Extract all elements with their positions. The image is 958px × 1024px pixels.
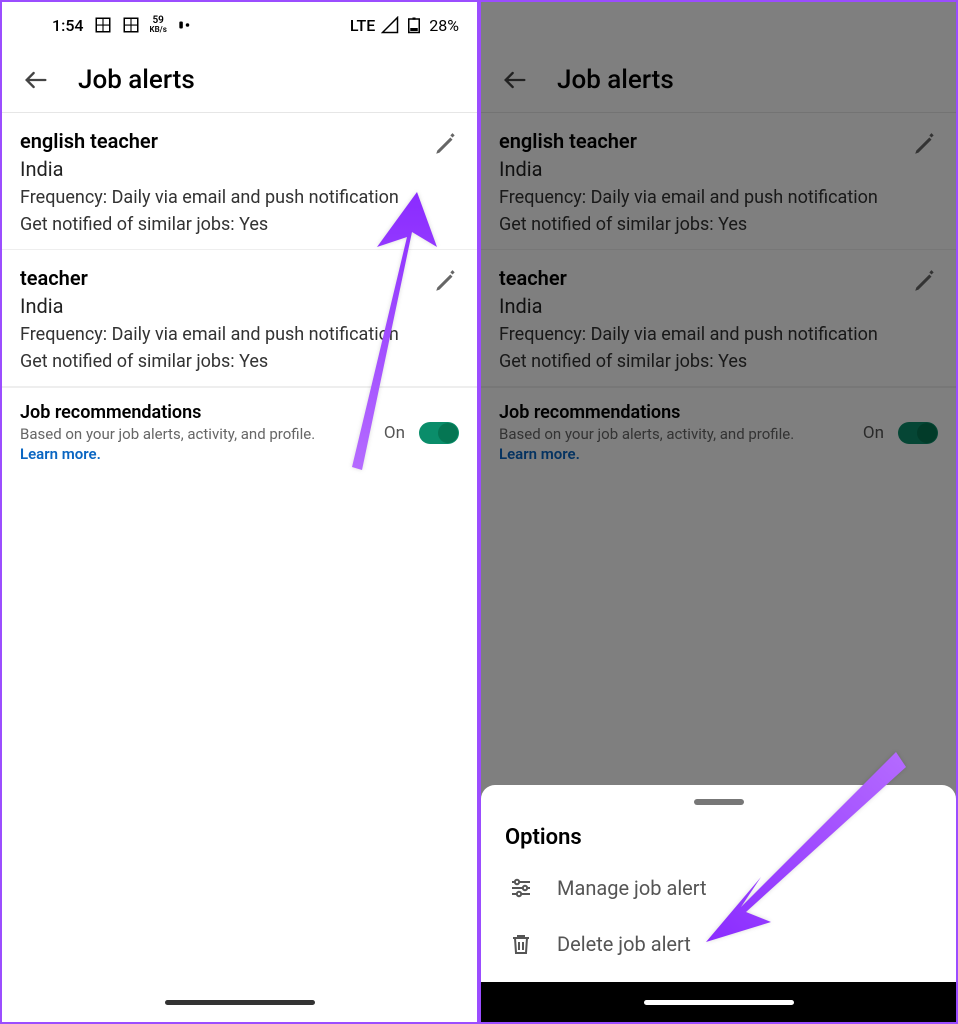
back-icon[interactable] — [22, 66, 50, 94]
nav-bar[interactable] — [2, 982, 477, 1022]
data-speed: 59 KB/s — [150, 16, 167, 34]
battery-icon — [405, 16, 423, 34]
alert-title: english teacher — [20, 129, 459, 153]
nav-pill — [644, 1000, 794, 1005]
notification-dot-icon — [177, 16, 191, 34]
delete-label: Delete job alert — [557, 932, 691, 956]
nav-bar[interactable] — [481, 982, 956, 1022]
header: Job alerts — [2, 48, 477, 113]
status-bar: 1:54 59 KB/s LTE 28% — [2, 2, 477, 48]
manage-label: Manage job alert — [557, 876, 707, 900]
alert-location: India — [20, 157, 459, 181]
battery-percent: 28% — [429, 16, 459, 35]
edit-icon[interactable] — [433, 131, 459, 157]
status-time: 1:54 — [52, 16, 84, 35]
page-title: Job alerts — [78, 65, 195, 95]
network-label: LTE — [350, 16, 375, 35]
annotation-arrow — [701, 742, 921, 962]
sliders-icon — [509, 876, 533, 900]
annotation-arrow — [302, 192, 452, 472]
signal-icon — [381, 16, 399, 34]
trash-icon — [509, 932, 533, 956]
nav-pill — [165, 1000, 315, 1005]
app-icon-2 — [122, 16, 140, 34]
app-icon-1 — [94, 16, 112, 34]
